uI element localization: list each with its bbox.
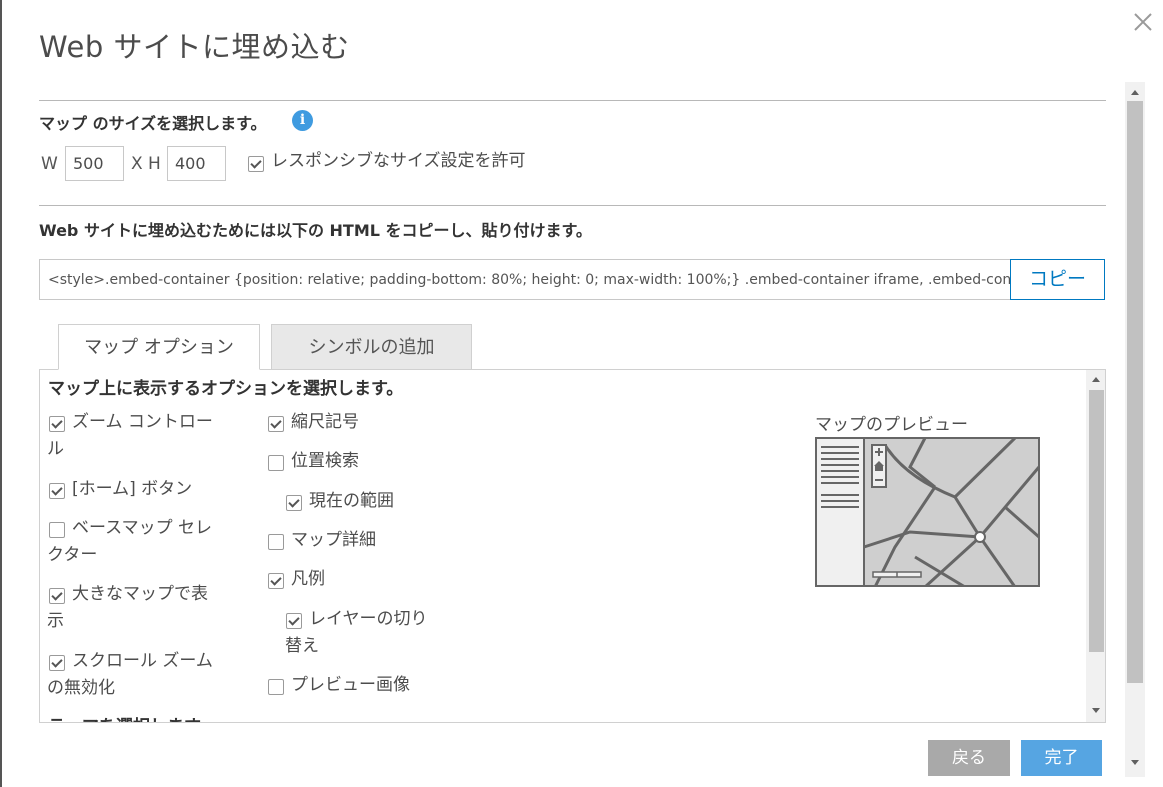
dialog-scroll-down-icon[interactable] [1131,760,1139,765]
map-details-label: マップ詳細 [291,530,376,550]
responsive-label: レスポンシブなサイズ設定を許可 [271,151,526,171]
options-title: マップ上に表示するオプションを選択します。 [48,379,404,399]
layer-switch-checkbox[interactable] [286,613,302,629]
dialog-scroll-up-icon[interactable] [1131,90,1139,95]
scroll-up-icon[interactable] [1092,377,1100,382]
map-details-checkbox[interactable] [268,534,284,550]
dialog-scrollbar[interactable] [1125,82,1145,777]
large-map-label-cont: 示 [47,611,64,631]
options-scrollbar[interactable] [1086,370,1105,722]
width-input[interactable] [65,146,124,181]
width-label: W [41,154,58,174]
tab-map-options[interactable]: マップ オプション [58,324,260,370]
divider [39,100,1106,101]
basemap-selector-label-cont: クター [47,545,98,565]
copy-button[interactable]: コピー [1010,259,1105,300]
current-extent-checkbox[interactable] [286,495,302,511]
responsive-checkbox[interactable] [248,156,264,172]
background-edge [0,0,2,787]
scroll-down-icon[interactable] [1092,708,1100,713]
location-search-label: 位置検索 [291,451,359,471]
layer-switch-label: レイヤーの切り [309,609,428,629]
large-map-checkbox[interactable] [49,588,65,604]
preview-image-label: プレビュー画像 [291,675,410,695]
height-input[interactable] [167,146,226,181]
done-button[interactable]: 完了 [1021,740,1102,776]
scale-bar-checkbox[interactable] [268,416,284,432]
close-icon[interactable] [1129,8,1157,36]
size-section-label: マップ のサイズを選択します。 [39,114,267,133]
info-icon[interactable]: i [292,110,313,131]
zoom-control-label: ズーム コントロー [72,412,213,432]
back-button[interactable]: 戻る [928,740,1010,776]
legend-checkbox[interactable] [268,573,284,589]
embed-section-label: Web サイトに埋め込むためには以下の HTML をコピーし、貼り付けます。 [39,221,592,240]
basemap-selector-checkbox[interactable] [49,522,65,538]
dialog-title: Web サイトに埋め込む [39,30,350,64]
home-button-label: [ホーム] ボタン [72,479,193,499]
tab-add-symbols[interactable]: シンボルの追加 [271,324,472,370]
large-map-label: 大きなマップで表 [72,584,208,604]
dialog-scrollbar-thumb[interactable] [1127,101,1143,683]
embed-code-field[interactable]: <style>.embed-container {position: relat… [39,259,1010,300]
home-button-checkbox[interactable] [49,483,65,499]
divider [39,205,1106,206]
zoom-control-checkbox[interactable] [49,416,65,432]
disable-scroll-zoom-label-cont: の無効化 [47,678,115,698]
height-label: X H [131,154,161,174]
preview-image-checkbox[interactable] [268,679,284,695]
options-scrollbar-thumb[interactable] [1089,390,1104,652]
basemap-selector-label: ベースマップ セレ [72,518,213,538]
theme-section-title: テーマを選択します [48,712,201,722]
zoom-control-label-cont: ル [47,439,64,459]
embed-dialog: Web サイトに埋め込む マップ のサイズを選択します。 i W X H レスポ… [0,0,1163,787]
location-search-checkbox[interactable] [268,455,284,471]
map-preview-icon [815,437,1040,587]
layer-switch-label-cont: 替え [285,636,319,656]
map-preview-label: マップのプレビュー [815,415,968,435]
legend-label: 凡例 [291,569,325,589]
scale-bar-label: 縮尺記号 [291,412,359,432]
disable-scroll-zoom-checkbox[interactable] [49,655,65,671]
current-extent-label: 現在の範囲 [309,491,394,511]
disable-scroll-zoom-label: スクロール ズーム [72,651,213,671]
